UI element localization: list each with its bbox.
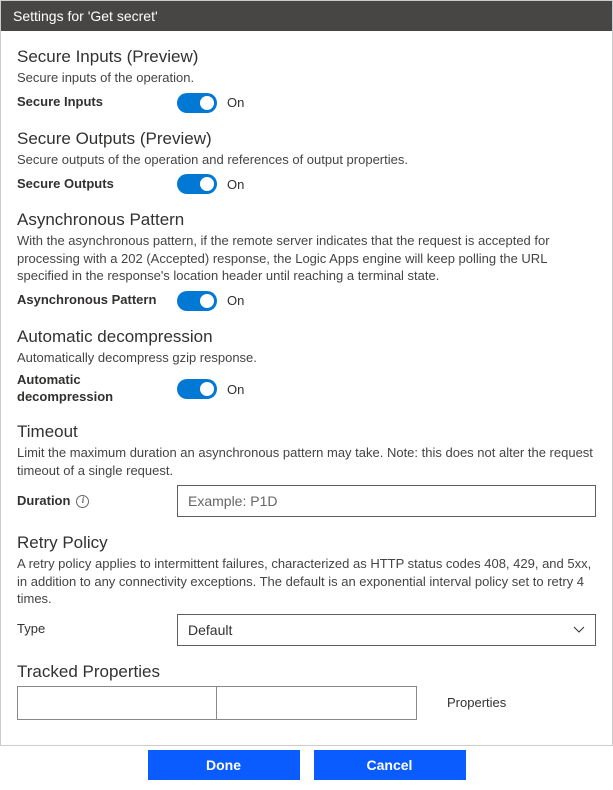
async-pattern-desc: With the asynchronous pattern, if the re… bbox=[17, 232, 596, 285]
section-retry-policy: Retry Policy A retry policy applies to i… bbox=[17, 533, 596, 646]
secure-inputs-label: Secure Inputs bbox=[17, 94, 177, 111]
tracked-properties-label: Properties bbox=[447, 695, 506, 710]
section-async-pattern: Asynchronous Pattern With the asynchrono… bbox=[17, 210, 596, 311]
auto-decompress-label: Automatic decompression bbox=[17, 372, 177, 406]
secure-outputs-desc: Secure outputs of the operation and refe… bbox=[17, 151, 596, 169]
secure-outputs-toggle[interactable] bbox=[177, 174, 217, 194]
secure-inputs-state: On bbox=[227, 95, 244, 110]
async-pattern-label: Asynchronous Pattern bbox=[17, 292, 177, 309]
secure-inputs-title: Secure Inputs (Preview) bbox=[17, 47, 596, 67]
timeout-label-text: Duration bbox=[17, 493, 70, 510]
secure-inputs-desc: Secure inputs of the operation. bbox=[17, 69, 596, 87]
secure-outputs-state: On bbox=[227, 177, 244, 192]
timeout-desc: Limit the maximum duration an asynchrono… bbox=[17, 444, 596, 479]
section-tracked-properties: Tracked Properties Properties bbox=[17, 662, 596, 720]
retry-type-selected: Default bbox=[188, 622, 232, 638]
retry-type-label: Type bbox=[17, 621, 177, 638]
auto-decompress-toggle[interactable] bbox=[177, 379, 217, 399]
section-timeout: Timeout Limit the maximum duration an as… bbox=[17, 422, 596, 517]
tracked-key-input[interactable] bbox=[17, 686, 217, 720]
secure-outputs-label: Secure Outputs bbox=[17, 176, 177, 193]
section-secure-outputs: Secure Outputs (Preview) Secure outputs … bbox=[17, 129, 596, 195]
secure-inputs-toggle[interactable] bbox=[177, 93, 217, 113]
tracked-value-input[interactable] bbox=[217, 686, 417, 720]
done-button[interactable]: Done bbox=[148, 750, 300, 780]
tracked-title: Tracked Properties bbox=[17, 662, 596, 682]
info-icon[interactable]: i bbox=[76, 495, 89, 508]
section-secure-inputs: Secure Inputs (Preview) Secure inputs of… bbox=[17, 47, 596, 113]
async-pattern-toggle[interactable] bbox=[177, 291, 217, 311]
titlebar: Settings for 'Get secret' bbox=[1, 1, 612, 31]
timeout-title: Timeout bbox=[17, 422, 596, 442]
titlebar-text: Settings for 'Get secret' bbox=[13, 8, 158, 24]
retry-desc: A retry policy applies to intermittent f… bbox=[17, 555, 596, 608]
cancel-button[interactable]: Cancel bbox=[314, 750, 466, 780]
auto-decompress-desc: Automatically decompress gzip response. bbox=[17, 349, 596, 367]
retry-title: Retry Policy bbox=[17, 533, 596, 553]
retry-type-select[interactable]: Default bbox=[177, 614, 596, 646]
chevron-down-icon bbox=[573, 624, 585, 636]
button-row: Done Cancel bbox=[17, 750, 596, 780]
duration-input[interactable] bbox=[177, 485, 596, 517]
timeout-label: Duration i bbox=[17, 493, 177, 510]
auto-decompress-title: Automatic decompression bbox=[17, 327, 596, 347]
async-pattern-state: On bbox=[227, 293, 244, 308]
async-pattern-title: Asynchronous Pattern bbox=[17, 210, 596, 230]
settings-content: Secure Inputs (Preview) Secure inputs of… bbox=[1, 31, 612, 790]
auto-decompress-state: On bbox=[227, 382, 244, 397]
section-auto-decompress: Automatic decompression Automatically de… bbox=[17, 327, 596, 406]
secure-outputs-title: Secure Outputs (Preview) bbox=[17, 129, 596, 149]
